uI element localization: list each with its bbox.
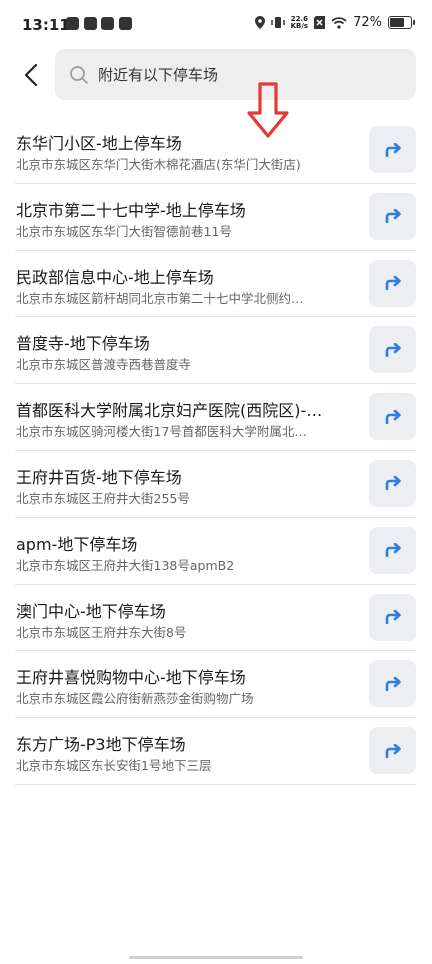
- parking-name: apm-地下停车场: [16, 534, 138, 554]
- route-arrow-icon: [385, 276, 401, 291]
- battery-icon: [388, 16, 415, 29]
- route-arrow-icon: [385, 209, 401, 224]
- list-item[interactable]: 普度寺-地下停车场 北京市东城区普渡寺西巷普度寺: [15, 317, 416, 385]
- search-query: 附近有以下停车场: [98, 66, 219, 84]
- parking-name: 民政部信息中心-地上停车场: [16, 267, 214, 287]
- parking-address: 北京市东城区普渡寺西巷普度寺: [16, 357, 192, 373]
- parking-name: 东方广场-P3地下停车场: [16, 735, 186, 755]
- route-arrow-icon: [385, 142, 401, 157]
- parking-name: 北京市第二十七中学-地上停车场: [16, 200, 246, 220]
- app-notification-icon: [66, 17, 79, 30]
- search-bar[interactable]: 附近有以下停车场: [55, 49, 416, 100]
- parking-name: 澳门中心-地下停车场: [16, 601, 166, 621]
- list-item[interactable]: 民政部信息中心-地上停车场 北京市东城区箭杆胡同北京市第二十七中学北侧约…: [15, 251, 416, 318]
- parking-address: 北京市东城区骑河楼大街17号首都医科大学附属北…: [16, 424, 307, 440]
- route-arrow-icon: [385, 676, 401, 691]
- parking-address: 北京市东城区东长安街1号地下三层: [16, 758, 212, 774]
- route-arrow-icon: [385, 610, 401, 625]
- no-sim-icon: [314, 16, 326, 29]
- list-item[interactable]: 王府井百货-地下停车场 北京市东城区王府井大街255号: [15, 451, 416, 518]
- location-icon: [254, 16, 265, 29]
- network-speed: 22.6 KB/s: [290, 14, 309, 30]
- parking-name: 普度寺-地下停车场: [16, 334, 150, 354]
- list-item[interactable]: 首都医科大学附属北京妇产医院(西院区)-… 北京市东城区骑河楼大街17号首都医科…: [15, 384, 416, 451]
- message-notification-icon: [101, 17, 114, 30]
- route-arrow-icon: [385, 342, 401, 357]
- list-item[interactable]: 北京市第二十七中学-地上停车场 北京市东城区东华门大街智德前巷11号: [15, 184, 416, 251]
- route-arrow-icon: [385, 743, 401, 758]
- status-icons: 22.6 KB/s 72%: [254, 14, 415, 30]
- parking-name: 王府井百货-地下停车场: [16, 467, 182, 487]
- parking-name: 首都医科大学附属北京妇产医院(西院区)-…: [16, 401, 323, 421]
- parking-name: 东华门小区-地上停车场: [16, 134, 182, 153]
- parking-results-list: 东华门小区-地上停车场 北京市东城区东华门大街木棉花酒店(东华门大街店) 北京市…: [15, 117, 416, 785]
- parking-address: 北京市东城区霞公府街新燕莎金街购物广场: [16, 691, 254, 707]
- parking-address: 北京市东城区王府井大街138号apmB2: [16, 557, 235, 573]
- navigate-button[interactable]: [369, 326, 416, 374]
- navigate-button[interactable]: [369, 660, 416, 708]
- list-item[interactable]: apm-地下停车场 北京市东城区王府井大街138号apmB2: [15, 518, 416, 585]
- parking-address: 北京市东城区王府井东大街8号: [16, 624, 187, 640]
- route-arrow-icon: [385, 409, 401, 424]
- parking-address: 北京市东城区东华门大街木棉花酒店(东华门大街店): [16, 157, 301, 172]
- search-icon: [70, 65, 88, 84]
- home-indicator[interactable]: [129, 956, 303, 959]
- mail-notification-icon: [84, 17, 97, 30]
- app-notification-icon: [119, 17, 132, 30]
- list-item[interactable]: 东华门小区-地上停车场 北京市东城区东华门大街木棉花酒店(东华门大街店): [15, 117, 416, 184]
- navigate-button[interactable]: [369, 459, 416, 507]
- back-button[interactable]: [14, 58, 48, 92]
- list-item[interactable]: 王府井喜悦购物中心-地下停车场 北京市东城区霞公府街新燕莎金街购物广场: [15, 651, 416, 719]
- parking-address: 北京市东城区东华门大街智德前巷11号: [16, 223, 232, 239]
- battery-percent: 72%: [353, 15, 382, 30]
- battery-level: [390, 18, 404, 27]
- back-arrow-icon: [24, 63, 38, 87]
- parking-address: 北京市东城区王府井大街255号: [16, 490, 190, 506]
- parking-address: 北京市东城区箭杆胡同北京市第二十七中学北侧约…: [16, 290, 304, 306]
- status-bar: 13:11 22.6 KB/s 72%: [0, 0, 432, 50]
- navigate-button[interactable]: [369, 593, 416, 641]
- wifi-icon: [331, 16, 347, 29]
- list-item[interactable]: 澳门中心-地下停车场 北京市东城区王府井东大街8号: [15, 585, 416, 652]
- navigate-button[interactable]: [369, 126, 416, 173]
- parking-name: 王府井喜悦购物中心-地下停车场: [16, 668, 246, 688]
- vibrate-icon: [270, 17, 285, 28]
- list-item[interactable]: 东方广场-P3地下停车场 北京市东城区东长安街1号地下三层: [15, 718, 416, 785]
- navigate-button[interactable]: [369, 526, 416, 574]
- route-arrow-icon: [385, 543, 401, 558]
- status-time: 13:11: [22, 16, 70, 34]
- navigate-button[interactable]: [369, 192, 416, 240]
- navigate-button[interactable]: [369, 393, 416, 441]
- route-arrow-icon: [385, 476, 401, 491]
- navigate-button[interactable]: [369, 259, 416, 307]
- navigate-button[interactable]: [369, 727, 416, 775]
